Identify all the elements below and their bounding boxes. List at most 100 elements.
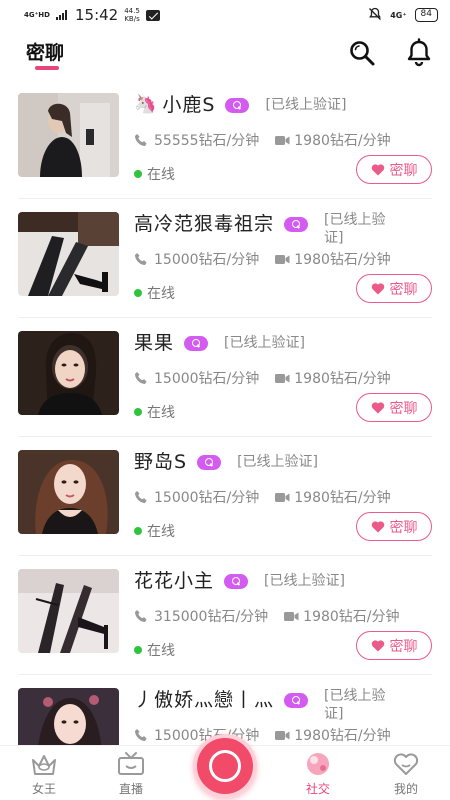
online-status: 在线 bbox=[134, 402, 175, 422]
center-action-button[interactable] bbox=[193, 734, 257, 798]
host-name: 丿傲娇灬戀丨灬 bbox=[134, 689, 275, 711]
mute-icon bbox=[368, 7, 382, 24]
list-item[interactable]: 🦄 小鹿S [已线上验证] 55555钻石/分钟 1980钻石/分钟 在线 密聊 bbox=[18, 80, 432, 199]
private-chat-button[interactable]: 密聊 bbox=[356, 393, 432, 422]
status-text: 在线 bbox=[147, 167, 175, 183]
list-item[interactable]: 花花小主 [已线上验证] 315000钻石/分钟 1980钻石/分钟 在线 密聊 bbox=[18, 556, 432, 675]
unicorn-icon: 🦄 bbox=[134, 94, 157, 115]
name-row: 🦄 小鹿S [已线上验证] bbox=[134, 92, 432, 118]
video-price: 1980钻石/分钟 bbox=[303, 609, 400, 625]
phone-icon bbox=[135, 610, 147, 622]
avatar[interactable] bbox=[18, 450, 119, 534]
price-row: 315000钻石/分钟 1980钻石/分钟 bbox=[134, 606, 432, 626]
search-badge-icon bbox=[225, 98, 250, 113]
name-row: 果果 [已线上验证] bbox=[134, 330, 432, 356]
phone-icon bbox=[135, 491, 147, 503]
video-price: 1980钻石/分钟 bbox=[294, 371, 391, 387]
chat-button-label: 密聊 bbox=[389, 519, 418, 536]
avatar[interactable] bbox=[18, 331, 119, 415]
call-price: 15000钻石/分钟 bbox=[154, 371, 260, 387]
avatar[interactable] bbox=[18, 569, 119, 653]
search-icon bbox=[350, 41, 375, 66]
video-icon bbox=[284, 611, 299, 621]
online-status: 在线 bbox=[134, 521, 175, 541]
network-indicator: 4G⁺HD bbox=[24, 11, 50, 19]
video-icon bbox=[275, 254, 290, 264]
phone-icon bbox=[135, 729, 147, 741]
tab-label: 社交 bbox=[305, 782, 330, 796]
message-notification-icon bbox=[145, 9, 160, 21]
verified-label: [已线上验证] bbox=[264, 573, 345, 589]
search-badge-icon bbox=[197, 455, 222, 470]
profile-icon bbox=[393, 753, 419, 775]
page-title[interactable]: 密聊 bbox=[26, 38, 64, 65]
tab-queen[interactable]: 女王 bbox=[14, 750, 74, 797]
verified-label: [已线上验证] bbox=[324, 688, 386, 722]
heart-icon bbox=[371, 640, 384, 652]
host-name: 野岛S bbox=[134, 451, 188, 473]
heart-icon bbox=[371, 521, 384, 533]
price-row: 55555钻石/分钟 1980钻石/分钟 bbox=[134, 130, 432, 150]
online-status: 在线 bbox=[134, 164, 175, 184]
signal-icon bbox=[55, 10, 67, 20]
name-row: 野岛S [已线上验证] bbox=[134, 449, 432, 475]
call-price: 15000钻石/分钟 bbox=[154, 252, 260, 268]
status-text: 在线 bbox=[147, 524, 175, 540]
battery-icon: 84 bbox=[414, 8, 438, 22]
video-icon bbox=[275, 730, 290, 740]
list-item[interactable]: 野岛S [已线上验证] 15000钻石/分钟 1980钻石/分钟 在线 密聊 bbox=[18, 437, 432, 556]
notification-button[interactable] bbox=[404, 38, 434, 68]
host-name: 小鹿S bbox=[162, 94, 216, 116]
status-bar: 4G⁺HD 15:42 44.5 KB/s 4G⁺ 84 bbox=[0, 0, 450, 30]
online-status: 在线 bbox=[134, 640, 175, 660]
online-dot-icon bbox=[134, 170, 142, 178]
avatar[interactable] bbox=[18, 688, 119, 745]
price-row: 15000钻石/分钟 1980钻石/分钟 bbox=[134, 725, 432, 745]
video-price: 1980钻石/分钟 bbox=[294, 490, 391, 506]
video-icon bbox=[275, 373, 290, 383]
name-row: 高冷范狠毒祖宗 [已线上验证] bbox=[134, 211, 432, 247]
private-chat-button[interactable]: 密聊 bbox=[356, 274, 432, 303]
avatar[interactable] bbox=[18, 93, 119, 177]
status-text: 在线 bbox=[147, 643, 175, 659]
verified-label: [已线上验证] bbox=[265, 97, 347, 113]
chat-button-label: 密聊 bbox=[389, 162, 418, 179]
verified-label: [已线上验证] bbox=[224, 335, 305, 351]
private-chat-button[interactable]: 密聊 bbox=[356, 512, 432, 541]
online-dot-icon bbox=[134, 408, 142, 416]
phone-icon bbox=[135, 253, 147, 265]
tab-social[interactable]: 社交 bbox=[288, 750, 348, 797]
header: 密聊 bbox=[0, 30, 450, 80]
online-dot-icon bbox=[134, 646, 142, 654]
heart-icon bbox=[371, 402, 384, 414]
tab-live[interactable]: 直播 bbox=[101, 750, 161, 797]
private-chat-button[interactable]: 密聊 bbox=[356, 631, 432, 660]
search-badge-icon bbox=[284, 217, 309, 232]
private-chat-button[interactable]: 密聊 bbox=[356, 155, 432, 184]
tab-profile[interactable]: 我的 bbox=[376, 750, 436, 797]
title-underline bbox=[35, 66, 59, 70]
social-icon bbox=[307, 753, 329, 775]
network-speed: 44.5 KB/s bbox=[124, 7, 140, 23]
chat-button-label: 密聊 bbox=[389, 638, 418, 655]
phone-icon bbox=[135, 372, 147, 384]
video-icon bbox=[275, 135, 290, 145]
price-row: 15000钻石/分钟 1980钻石/分钟 bbox=[134, 487, 432, 507]
call-price: 15000钻石/分钟 bbox=[154, 490, 260, 506]
list-item[interactable]: 果果 [已线上验证] 15000钻石/分钟 1980钻石/分钟 在线 密聊 bbox=[18, 318, 432, 437]
chat-button-label: 密聊 bbox=[389, 400, 418, 417]
bell-icon bbox=[407, 38, 431, 67]
status-text: 在线 bbox=[147, 405, 175, 421]
avatar[interactable] bbox=[18, 212, 119, 296]
price-row: 15000钻石/分钟 1980钻石/分钟 bbox=[134, 249, 432, 269]
chat-host-list[interactable]: 🦄 小鹿S [已线上验证] 55555钻石/分钟 1980钻石/分钟 在线 密聊… bbox=[0, 80, 450, 745]
search-button[interactable] bbox=[347, 38, 377, 68]
list-item[interactable]: 高冷范狠毒祖宗 [已线上验证] 15000钻石/分钟 1980钻石/分钟 在线 … bbox=[18, 199, 432, 318]
host-name: 花花小主 bbox=[134, 570, 215, 592]
network-indicator-right: 4G⁺ bbox=[390, 10, 407, 20]
video-price: 1980钻石/分钟 bbox=[294, 728, 391, 744]
clock: 15:42 bbox=[74, 6, 119, 24]
name-row: 花花小主 [已线上验证] bbox=[134, 568, 432, 594]
crown-icon bbox=[32, 755, 56, 775]
tab-label: 女王 bbox=[31, 782, 56, 796]
